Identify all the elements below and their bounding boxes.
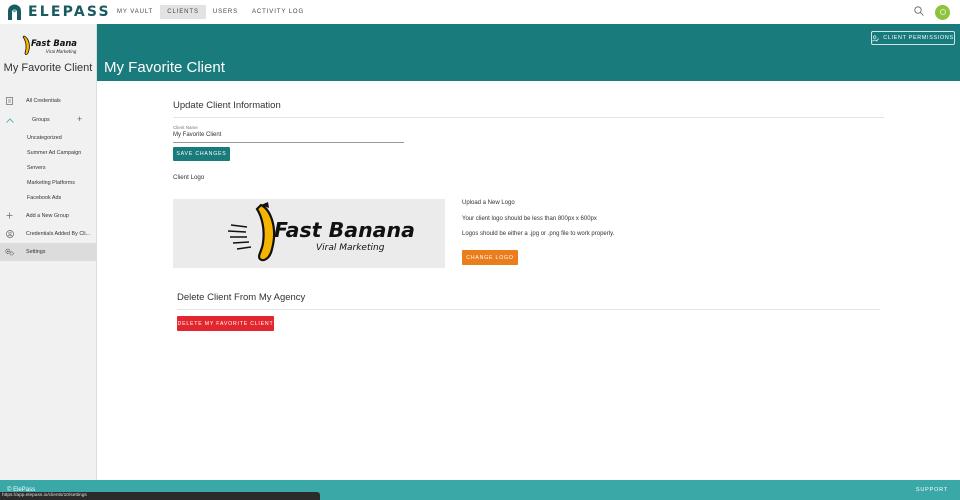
top-right-actions [914,3,950,21]
sidebar-item-add-group[interactable]: Add a New Group [0,207,96,225]
sidebar-client-name: My Favorite Client [3,62,93,74]
main-nav: MY VAULT CLIENTS USERS ACTIVITY LOG [110,5,311,19]
logo-format-note: Logos should be either a .jpg or .png fi… [462,231,615,237]
save-changes-button[interactable]: SAVE CHANGES [173,147,230,161]
add-group-plus-icon[interactable]: + [77,114,82,124]
sidebar-item-label: Groups [32,117,50,123]
sidebar-item-all-credentials[interactable]: All Credentials [0,92,96,110]
client-name-label: Client Name [173,125,198,130]
logo-preview-subtext: Viral Marketing [316,243,385,253]
sidebar-group-uncategorized[interactable]: Uncategorized [0,130,96,145]
client-logo-label: Client Logo [173,174,205,181]
nav-my-vault[interactable]: MY VAULT [110,5,160,19]
logo-size-note: Your client logo should be less than 800… [462,216,597,222]
nav-users[interactable]: USERS [206,5,245,19]
sidebar-item-label: Settings [26,248,46,255]
upload-logo-heading: Upload a New Logo [462,200,515,206]
brand-name: ELEPASS [28,4,111,20]
sidebar-group-marketing-platforms[interactable]: Marketing Platforms [0,176,96,191]
client-permissions-label: CLIENT PERMISSIONS [883,35,954,41]
elepass-logo-icon [6,4,23,21]
logo-preview-text: Fast Banana [274,218,415,242]
change-logo-button[interactable]: CHANGE LOGO [462,250,518,265]
section-divider [173,117,884,118]
sidebar-menu: All Credentials Groups + Uncategorized S… [0,92,96,261]
brand-logo[interactable]: ELEPASS [0,0,111,24]
client-name-input[interactable]: My Favorite Client [173,132,404,143]
client-logo-preview: Fast Banana Viral Marketing [173,199,445,268]
delete-client-button[interactable]: DELETE MY FAVORITE CLIENT [177,316,274,331]
delete-client-heading: Delete Client From My Agency [177,292,306,303]
client-header-band: CLIENT PERMISSIONS My Favorite Client [97,24,960,81]
user-avatar[interactable] [935,4,950,20]
nav-clients[interactable]: CLIENTS [160,5,206,19]
browser-status-url: https://app.elepass.io/clients/10/settin… [0,492,320,500]
client-sidebar: Fast Banana Viral Marketing My Favorite … [0,24,97,480]
user-edit-icon [872,35,880,42]
sidebar-client-logo: Fast Banana Viral Marketing [0,24,96,58]
client-permissions-button[interactable]: CLIENT PERMISSIONS [871,31,955,45]
plus-icon [5,211,14,220]
section-divider [177,309,880,310]
document-icon [5,97,14,106]
sidebar-item-label: All Credentials [26,98,61,104]
user-circle-icon [5,229,14,238]
sidebar-logo-text: Fast Banana [31,38,77,48]
search-icon[interactable] [914,3,924,21]
page-title: My Favorite Client [104,59,225,76]
banana-speed-lines [227,224,252,250]
support-link[interactable]: SUPPORT [916,487,948,493]
sidebar-item-credentials-added[interactable]: Credentials Added By Cli... [0,225,96,243]
sidebar-item-label: Add a New Group [26,212,69,219]
update-client-info-heading: Update Client Information [173,100,281,111]
sidebar-group-summer-ad-campaign[interactable]: Summer Ad Campaign [0,145,96,160]
gears-icon [5,247,14,256]
chevron-up-icon [5,116,14,125]
sidebar-logo-subtext: Viral Marketing [46,49,77,54]
top-navbar: ELEPASS MY VAULT CLIENTS USERS ACTIVITY … [0,0,960,24]
sidebar-item-label: Credentials Added By Cli... [26,230,91,237]
nav-activity-log[interactable]: ACTIVITY LOG [245,5,311,19]
sidebar-item-groups[interactable]: Groups + [0,111,96,129]
settings-content: Update Client Information Client Name My… [97,81,960,480]
sidebar-group-servers[interactable]: Servers [0,160,96,175]
sidebar-item-settings[interactable]: Settings [0,242,96,261]
sidebar-group-facebook-ads[interactable]: Facebook Ads [0,191,96,206]
